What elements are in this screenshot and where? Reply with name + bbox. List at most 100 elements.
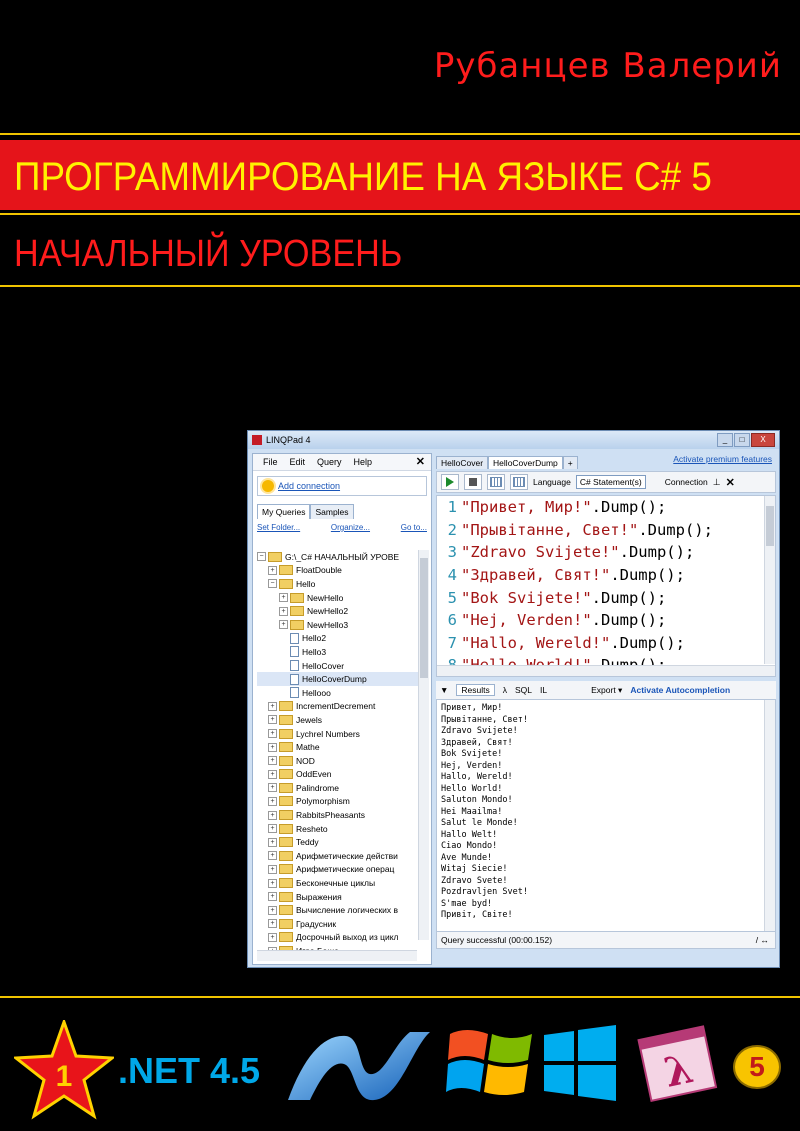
tab-lambda[interactable]: λ — [503, 685, 507, 695]
tree-node[interactable]: + Вычисление логических в — [257, 903, 419, 917]
menu-file[interactable]: File — [263, 457, 278, 467]
expand-toggle-icon[interactable]: + — [268, 864, 277, 874]
window-title: LINQPad 4 — [266, 435, 311, 445]
expand-toggle-icon[interactable]: + — [268, 824, 277, 834]
tab-samples[interactable]: Samples — [310, 504, 354, 519]
expand-toggle-icon[interactable]: + — [268, 729, 277, 739]
set-folder-link[interactable]: Set Folder... — [257, 523, 300, 532]
result-line: Здравей, Свят! — [441, 737, 513, 748]
result-line: Hej, Verden! — [441, 760, 503, 771]
tree-node[interactable]: HelloCover — [257, 659, 419, 673]
results-scrollbar[interactable] — [764, 700, 775, 931]
expand-toggle-icon[interactable]: + — [268, 742, 277, 752]
export-menu[interactable]: Export ▾ — [591, 685, 622, 696]
expand-toggle-icon[interactable]: − — [257, 552, 266, 562]
tree-node-label: NewHello — [307, 592, 344, 603]
tree-node[interactable]: + Mathe — [257, 740, 419, 754]
results-text-button[interactable] — [510, 474, 528, 490]
tree-node[interactable]: + Polymorphism — [257, 795, 419, 809]
tree-node[interactable]: + Lychrel Numbers — [257, 727, 419, 741]
stop-button[interactable] — [464, 474, 482, 490]
tree-node[interactable]: Hellooo — [257, 686, 419, 700]
add-connection-link[interactable]: Add connection — [257, 476, 427, 496]
collapse-icon[interactable]: ▼ — [440, 685, 448, 695]
pane-close-icon[interactable]: ✕ — [416, 455, 425, 468]
expand-toggle-icon[interactable]: + — [279, 620, 288, 630]
maximize-button[interactable]: □ — [734, 433, 750, 447]
tree-node[interactable]: − Hello — [257, 577, 419, 591]
tree-node[interactable]: HelloCoverDump — [257, 672, 419, 686]
tab-il[interactable]: IL — [540, 685, 547, 695]
tree-node[interactable]: + Арифметические действи — [257, 849, 419, 863]
premium-link[interactable]: Activate premium features — [673, 454, 772, 464]
close-button[interactable]: X — [751, 433, 775, 447]
language-select[interactable]: C# Statement(s) — [575, 475, 646, 489]
tree-node[interactable]: + Jewels — [257, 713, 419, 727]
tree-node[interactable]: + NewHello3 — [257, 618, 419, 632]
tree-node[interactable]: + Досрочный выход из цикл — [257, 931, 419, 945]
editor-scrollbar[interactable] — [764, 496, 775, 664]
editor-close-icon[interactable]: ✕ — [726, 476, 735, 489]
goto-link[interactable]: Go to... — [401, 523, 427, 532]
play-icon — [446, 477, 454, 487]
tree-node[interactable]: + RabbitsPheasants — [257, 808, 419, 822]
pin-icon[interactable]: ⊥ — [713, 477, 721, 488]
tree-node[interactable]: + Градусник — [257, 917, 419, 931]
expand-toggle-icon[interactable]: + — [268, 701, 277, 711]
result-line: Pozdravljen Svet! — [441, 887, 528, 897]
expand-toggle-icon[interactable]: + — [268, 756, 277, 766]
tree-node[interactable]: + Бесконечные циклы — [257, 876, 419, 890]
tree-node[interactable]: + IncrementDecrement — [257, 700, 419, 714]
minimize-button[interactable]: _ — [717, 433, 733, 447]
expand-toggle-icon[interactable]: + — [268, 810, 277, 820]
tab-hellocover[interactable]: HelloCover — [436, 456, 489, 469]
expand-toggle-icon[interactable]: + — [268, 905, 277, 915]
tree-node[interactable]: − G:\_C# НАЧАЛЬНЫЙ УРОВЕ — [257, 550, 419, 564]
tree-node[interactable]: + FloatDouble — [257, 564, 419, 578]
tree-scrollbar[interactable] — [418, 550, 429, 940]
tree-node[interactable]: + Palindrome — [257, 781, 419, 795]
tree-node-label: Арифметические операц — [296, 864, 395, 875]
tree-node[interactable]: Hello3 — [257, 645, 419, 659]
expand-toggle-icon[interactable]: + — [268, 851, 277, 861]
expand-toggle-icon[interactable]: + — [268, 837, 277, 847]
tree-hscrollbar[interactable] — [257, 950, 417, 961]
new-tab-button[interactable]: + — [562, 456, 578, 469]
tree-node[interactable]: + NOD — [257, 754, 419, 768]
tree-node[interactable]: + Выражения — [257, 890, 419, 904]
expand-toggle-icon[interactable]: + — [268, 769, 277, 779]
tab-hellocoverdump[interactable]: HelloCoverDump — [488, 456, 563, 469]
expand-toggle-icon[interactable]: + — [268, 565, 277, 575]
expand-toggle-icon[interactable]: + — [268, 919, 277, 929]
menu-help[interactable]: Help — [354, 457, 373, 467]
menu-query[interactable]: Query — [317, 457, 342, 467]
tree-node[interactable]: + NewHello — [257, 591, 419, 605]
tree-node[interactable]: + OddEven — [257, 768, 419, 782]
tab-sql[interactable]: SQL — [515, 685, 532, 695]
expand-toggle-icon[interactable]: + — [279, 606, 288, 616]
expand-toggle-icon[interactable]: + — [268, 796, 277, 806]
tree-node[interactable]: + Арифметические операц — [257, 863, 419, 877]
menu-edit[interactable]: Edit — [290, 457, 306, 467]
tab-my-queries[interactable]: My Queries — [257, 504, 311, 519]
expand-toggle-icon[interactable]: + — [268, 783, 277, 793]
code-call: .Dump(); — [591, 498, 667, 517]
tree-node[interactable]: Hello2 — [257, 632, 419, 646]
expand-toggle-icon[interactable]: − — [268, 579, 277, 589]
tree-node[interactable]: + Teddy — [257, 835, 419, 849]
tree-node[interactable]: + NewHello2 — [257, 604, 419, 618]
tree-node[interactable]: + Resheto — [257, 822, 419, 836]
expand-toggle-icon[interactable]: + — [268, 892, 277, 902]
tab-results[interactable]: Results — [456, 684, 495, 696]
code-line: 7 "Hallo, Wereld!" .Dump(); — [437, 632, 775, 655]
results-grid-button[interactable] — [487, 474, 505, 490]
autocompletion-link[interactable]: Activate Autocompletion — [630, 685, 730, 695]
editor-hscrollbar[interactable] — [437, 665, 775, 676]
organize-link[interactable]: Organize... — [331, 523, 370, 532]
run-button[interactable] — [441, 474, 459, 490]
code-editor[interactable]: 1 "Привет, Мир!" .Dump(); 2 "Прывітанне, Све… — [436, 495, 776, 677]
expand-toggle-icon[interactable]: + — [268, 715, 277, 725]
expand-toggle-icon[interactable]: + — [279, 593, 288, 603]
expand-toggle-icon[interactable]: + — [268, 932, 277, 942]
expand-toggle-icon[interactable]: + — [268, 878, 277, 888]
